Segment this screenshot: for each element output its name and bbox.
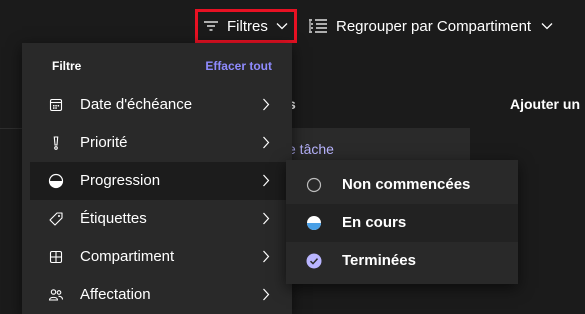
filter-menu-title: Filtre <box>52 59 82 73</box>
people-icon <box>48 287 64 303</box>
filter-item-labels[interactable]: Étiquettes <box>30 200 292 238</box>
filters-label: Filtres <box>227 17 268 35</box>
filter-item-due-date[interactable]: Date d'échéance <box>30 86 292 124</box>
chevron-right-icon <box>262 288 270 301</box>
progress-option-label: En cours <box>342 214 407 231</box>
bucket-icon <box>48 249 64 265</box>
progress-option-not-started[interactable]: Non commencées <box>286 166 518 204</box>
progress-submenu: Non commencées En cours Terminées <box>286 160 518 284</box>
calendar-icon <box>48 97 64 113</box>
filters-button[interactable]: Filtres <box>195 9 297 43</box>
chevron-right-icon <box>262 212 270 225</box>
progress-icon <box>48 173 64 189</box>
filter-item-label: Progression <box>80 172 161 189</box>
add-task-label: e tâche <box>288 141 334 157</box>
progress-option-in-progress[interactable]: En cours <box>286 204 518 242</box>
filter-item-priority[interactable]: Priorité <box>30 124 292 162</box>
group-by-button[interactable]: Regrouper par Compartiment <box>308 9 553 43</box>
tag-icon <box>48 211 64 227</box>
chevron-right-icon <box>262 136 270 149</box>
progress-option-label: Non commencées <box>342 176 471 193</box>
group-by-label: Regrouper par Compartiment <box>336 17 532 35</box>
completed-icon <box>306 253 322 269</box>
filter-item-label: Priorité <box>80 134 128 151</box>
filter-item-label: Étiquettes <box>80 210 147 227</box>
chevron-down-icon <box>276 22 288 30</box>
filter-icon <box>203 19 219 33</box>
filter-item-bucket[interactable]: Compartiment <box>30 238 292 276</box>
filter-item-label: Affectation <box>80 286 151 303</box>
add-bucket-button[interactable]: Ajouter un <box>510 96 580 112</box>
in-progress-icon <box>306 215 322 231</box>
chevron-right-icon <box>262 250 270 263</box>
not-started-icon <box>306 177 322 193</box>
filter-menu-header: Filtre Effacer tout <box>22 43 292 87</box>
chevron-right-icon <box>262 174 270 187</box>
progress-option-completed[interactable]: Terminées <box>286 242 518 280</box>
filter-menu: Filtre Effacer tout Date d'échéance Prio… <box>22 43 292 314</box>
chevron-down-icon <box>541 22 553 30</box>
clear-all-link[interactable]: Effacer tout <box>205 59 272 73</box>
progress-option-label: Terminées <box>342 252 416 269</box>
filter-item-label: Compartiment <box>80 248 175 265</box>
group-list-icon <box>308 18 328 34</box>
chevron-right-icon <box>262 98 270 111</box>
priority-icon <box>48 135 64 151</box>
filter-item-progress[interactable]: Progression <box>30 162 292 200</box>
filter-item-label: Date d'échéance <box>80 96 193 113</box>
filter-item-assignment[interactable]: Affectation <box>30 276 292 314</box>
